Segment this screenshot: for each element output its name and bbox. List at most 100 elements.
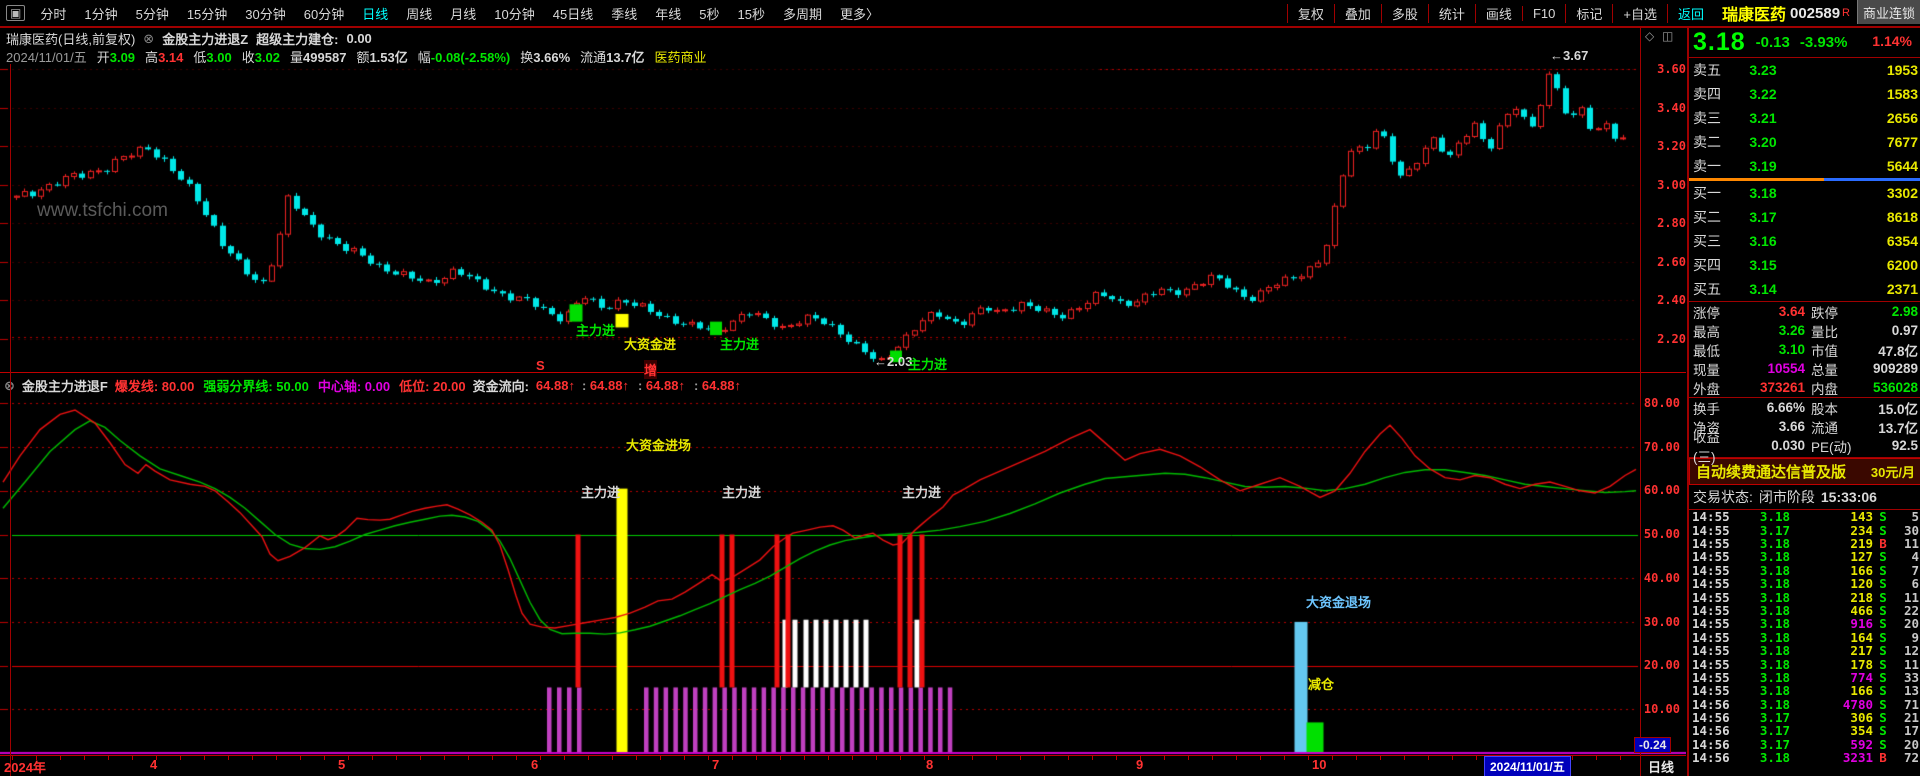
collapse-icon[interactable]: ⊗	[143, 31, 154, 47]
tool-item-4[interactable]: 画线	[1474, 3, 1522, 23]
stat-label: 量比	[1811, 324, 1838, 340]
axis-tick	[492, 756, 493, 760]
indicator-title[interactable]: 金股主力进退F	[22, 376, 108, 395]
menu-item-13[interactable]: 5秒	[690, 4, 728, 23]
axis-tick	[1260, 756, 1261, 760]
menu-item-5[interactable]: 60分钟	[295, 4, 353, 23]
tool-item-1[interactable]: 叠加	[1333, 3, 1381, 23]
stats-block-2: 换手 6.66% 股本 15.0亿 净资 3.66 流通 13.7亿 收益(三) 0.030 PE(…	[1689, 398, 1920, 465]
trade-row[interactable]: 14:56 3.17 354 S 17	[1689, 723, 1920, 738]
menu-item-8[interactable]: 月线	[441, 4, 485, 23]
indicator-scale-label: 40.00	[1643, 570, 1680, 585]
menu-item-0[interactable]: 分时	[31, 4, 75, 23]
axis-tick-label: 6	[531, 757, 539, 772]
tool-item-3[interactable]: 统计	[1427, 3, 1475, 23]
ask-price: 3.22	[1749, 86, 1777, 102]
trade-row[interactable]: 14:55 3.18 219 B 11	[1689, 536, 1920, 551]
trade-row[interactable]: 14:56 3.17 592 S 20	[1689, 737, 1920, 752]
flow-repeat-values: : 64.88↑: 64.88↑: 64.88↑	[582, 378, 741, 393]
trade-row[interactable]: 14:56 3.18 3231 B 72	[1689, 750, 1920, 765]
bid-row[interactable]: 买一 3.18 3302	[1689, 181, 1920, 205]
chart-annotation: 主力进	[902, 485, 942, 500]
ask-volume: 1583	[1886, 86, 1918, 102]
menu-item-7[interactable]: 周线	[397, 4, 441, 23]
sector-button[interactable]: 商业连锁	[1857, 0, 1920, 24]
trade-row[interactable]: 14:55 3.18 178 S 11	[1689, 657, 1920, 672]
trade-row[interactable]: 14:55 3.18 166 S 13	[1689, 683, 1920, 698]
subscribe-banner[interactable]: 自动续费通达信普及版 30元/月	[1689, 458, 1920, 485]
axis-tick	[420, 756, 421, 760]
trade-row[interactable]: 14:55 3.18 218 S 11	[1689, 590, 1920, 605]
bid-volume: 6354	[1886, 233, 1918, 249]
price-change: -0.13	[1755, 33, 1790, 51]
window-icon[interactable]: ▣	[6, 5, 26, 21]
menu-item-10[interactable]: 45日线	[544, 4, 602, 23]
bid-volume: 6200	[1886, 257, 1918, 273]
menu-item-3[interactable]: 15分钟	[178, 4, 236, 23]
bid-label: 买一	[1693, 185, 1721, 201]
tool-item-6[interactable]: 标记	[1565, 3, 1612, 23]
bid-row[interactable]: 买四 3.15 6200	[1689, 253, 1920, 277]
trade-row[interactable]: 14:55 3.18 916 S 20	[1689, 616, 1920, 631]
ask-row[interactable]: 卖三 3.21 2656	[1689, 106, 1920, 130]
ask-row[interactable]: 卖四 3.22 1583	[1689, 82, 1920, 106]
trade-row[interactable]: 14:55 3.18 164 S 9	[1689, 630, 1920, 645]
menu-item-9[interactable]: 10分钟	[485, 4, 543, 23]
stat-value: 6.66%	[1766, 400, 1805, 415]
indicator-name[interactable]: 金股主力进退Z	[162, 29, 248, 48]
price-scale-label: 2.20	[1657, 331, 1686, 346]
main-price-chart[interactable]	[0, 64, 1686, 372]
stat-row: 现量 10554 总量 909289	[1689, 359, 1920, 378]
ask-row[interactable]: 卖二 3.20 7677	[1689, 130, 1920, 154]
trade-row[interactable]: 14:55 3.18 774 S 33	[1689, 670, 1920, 685]
stat-value: 15.0亿	[1878, 401, 1918, 417]
bid-row[interactable]: 买二 3.17 8618	[1689, 205, 1920, 229]
trade-row[interactable]: 14:55 3.17 234 S 30	[1689, 523, 1920, 538]
tool-item-7[interactable]: +自选	[1612, 3, 1667, 23]
menu-item-12[interactable]: 年线	[646, 4, 690, 23]
tool-item-0[interactable]: 复权	[1286, 3, 1334, 23]
trade-row[interactable]: 14:55 3.18 466 S 22	[1689, 603, 1920, 618]
super-build-value: 0.00	[346, 31, 372, 46]
chart-annotation: 主力进	[722, 485, 762, 500]
axis-tick	[1068, 756, 1069, 760]
tool-item-2[interactable]: 多股	[1380, 3, 1428, 23]
layout-icon[interactable]: ◫	[1662, 29, 1673, 43]
axis-tick	[36, 756, 37, 760]
menu-item-14[interactable]: 15秒	[728, 4, 773, 23]
trade-row[interactable]: 14:56 3.18 4780 S 71	[1689, 697, 1920, 712]
trade-row[interactable]: 14:55 3.18 127 S 4	[1689, 549, 1920, 564]
axis-tick	[1620, 756, 1621, 760]
bid-row[interactable]: 买五 3.14 2371	[1689, 277, 1920, 301]
menu-item-4[interactable]: 30分钟	[236, 4, 294, 23]
status-value: 闭市阶段	[1758, 489, 1815, 505]
trade-row[interactable]: 14:56 3.17 306 S 21	[1689, 710, 1920, 725]
ask-row[interactable]: 卖一 3.19 5644	[1689, 154, 1920, 178]
menu-item-6[interactable]: 日线	[353, 4, 397, 23]
tick-trade-list[interactable]: 14:55 3.18 143 S 5 14:55 3.17 234 S 30 14:55 3.18 21…	[1689, 509, 1920, 765]
menu-item-11[interactable]: 季线	[602, 4, 646, 23]
axis-tick	[84, 756, 85, 760]
tool-item-8[interactable]: 返回	[1666, 3, 1714, 23]
stat-label: 涨停	[1693, 305, 1720, 321]
price-scale-label: 3.20	[1657, 139, 1686, 154]
menu-item-2[interactable]: 5分钟	[127, 4, 178, 23]
diamond-icon[interactable]: ◇	[1645, 29, 1654, 43]
menu-item-16[interactable]: 更多〉	[831, 4, 888, 23]
menu-item-1[interactable]: 1分钟	[75, 4, 126, 23]
trade-row[interactable]: 14:55 3.18 217 S 12	[1689, 643, 1920, 658]
stat-value: 0.97	[1891, 323, 1918, 338]
chart-annotation: 大资金进场	[626, 438, 692, 453]
menu-item-15[interactable]: 多周期	[774, 4, 831, 23]
trade-row[interactable]: 14:55 3.18 166 S 7	[1689, 563, 1920, 578]
ask-row[interactable]: 卖五 3.23 1953	[1689, 58, 1920, 82]
chart-annotation: 增	[644, 360, 658, 379]
bid-row[interactable]: 买三 3.16 6354	[1689, 229, 1920, 253]
tool-item-5[interactable]: F10	[1521, 5, 1565, 21]
indicator-chart[interactable]	[0, 399, 1686, 755]
trade-row[interactable]: 14:55 3.18 120 S 6	[1689, 576, 1920, 591]
axis-tick	[348, 756, 349, 760]
period-indicator[interactable]: 日线	[1648, 757, 1674, 776]
ask-price: 3.20	[1749, 134, 1777, 150]
trade-row[interactable]: 14:55 3.18 143 S 5	[1689, 509, 1920, 524]
